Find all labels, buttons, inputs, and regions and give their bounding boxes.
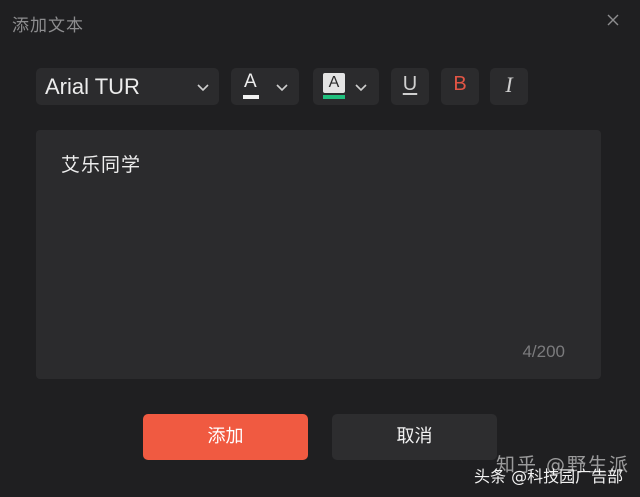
char-counter: 4/200 <box>522 342 565 361</box>
text-color-icon: A <box>244 71 257 92</box>
text-color-swatch <box>243 95 259 99</box>
chevron-down-icon <box>354 80 368 94</box>
text-content: 艾乐同学 <box>61 154 142 176</box>
italic-icon: I <box>505 72 513 97</box>
text-color-button[interactable]: A <box>231 68 299 105</box>
font-family-select[interactable]: Arial TUR <box>36 68 219 105</box>
highlight-color-icon: A <box>323 73 345 93</box>
add-button[interactable]: 添加 <box>143 414 308 460</box>
underline-button[interactable]: U <box>391 68 429 105</box>
highlight-color-swatch <box>323 95 345 99</box>
cancel-button[interactable]: 取消 <box>332 414 497 460</box>
bold-button[interactable]: B <box>441 68 479 105</box>
italic-button[interactable]: I <box>490 68 528 105</box>
font-family-value: Arial TUR <box>45 74 140 99</box>
text-input-area[interactable]: 艾乐同学 4/200 <box>36 130 601 379</box>
add-text-dialog: 添加文本 Arial TUR A A U B I 艾乐同学 4/200 添加 取… <box>0 0 640 497</box>
chevron-down-icon <box>196 80 210 94</box>
highlight-color-button[interactable]: A <box>313 68 379 105</box>
watermark-secondary: 头条 @科技园广告部 <box>474 467 624 486</box>
underline-icon: U <box>402 73 418 95</box>
bold-icon: B <box>453 73 467 95</box>
dialog-title: 添加文本 <box>12 16 84 36</box>
chevron-down-icon <box>275 80 289 94</box>
watermark: 知乎 @野生派 头条 @科技园广告部 <box>474 450 640 494</box>
close-icon[interactable] <box>604 11 622 29</box>
